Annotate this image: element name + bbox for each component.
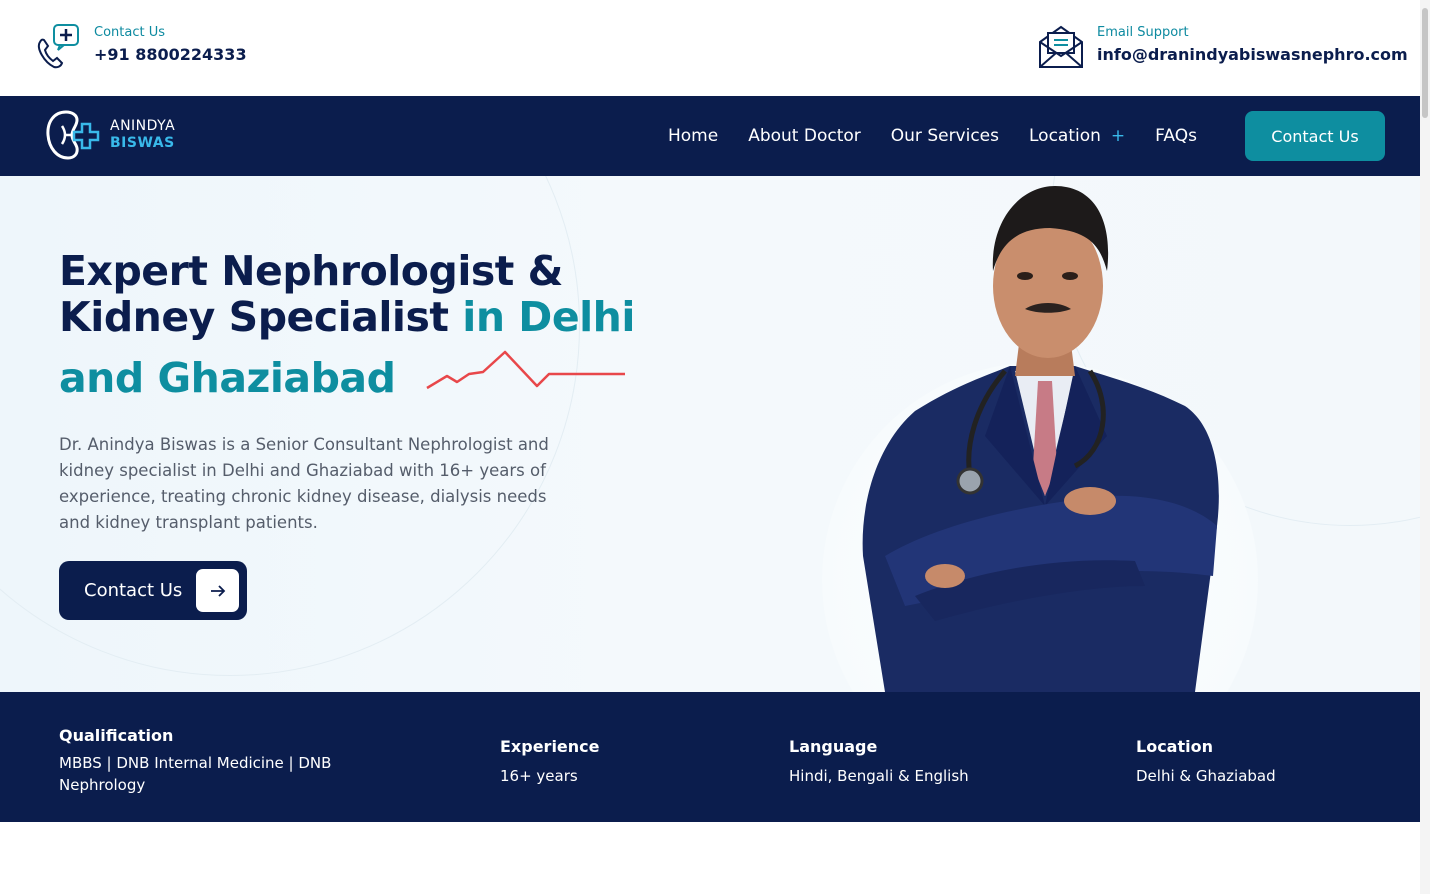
stat-value: MBBS | DNB Internal Medicine | DNB Nephr… — [59, 754, 332, 794]
phone-icon — [34, 22, 82, 70]
nav-our-services[interactable]: Our Services — [891, 126, 999, 146]
stat-title: Location — [1136, 737, 1213, 756]
stat-value: 16+ years — [500, 767, 578, 785]
hero-contact-label: Contact Us — [84, 580, 183, 601]
stat-title: Qualification — [59, 726, 174, 745]
kidney-logo-icon — [46, 110, 100, 160]
hero-title-line2b: in Delhi — [448, 293, 635, 341]
credentials-bar: Qualification MBBS | DNB Internal Medici… — [0, 692, 1420, 822]
doctor-portrait — [862, 186, 1219, 692]
arrow-right-icon — [196, 569, 239, 612]
phone-number[interactable]: +91 8800224333 — [94, 42, 247, 68]
scrollbar-thumb[interactable] — [1422, 8, 1428, 118]
heartbeat-line-icon — [426, 350, 625, 390]
email-address[interactable]: info@dranindyabiswasnephro.com — [1097, 42, 1408, 68]
email-contact[interactable]: Email Support info@dranindyabiswasnephro… — [1037, 22, 1408, 70]
logo-line2: BISWAS — [110, 135, 175, 151]
site-logo[interactable]: ANINDYA BISWAS — [44, 108, 175, 162]
nav-about-doctor[interactable]: About Doctor — [748, 126, 861, 146]
plus-icon[interactable]: + — [1111, 126, 1125, 146]
stat-qualification: Qualification MBBS | DNB Internal Medici… — [59, 724, 349, 796]
email-label: Email Support — [1097, 25, 1189, 40]
nav-faqs-label: FAQs — [1155, 126, 1197, 146]
stat-location: Location Delhi & Ghaziabad — [1136, 735, 1276, 787]
stat-title: Experience — [500, 737, 600, 756]
hero-title: Expert Nephrologist & Kidney Specialist … — [59, 248, 635, 340]
hero-description: Dr. Anindya Biswas is a Senior Consultan… — [59, 435, 549, 532]
hero-title-line3: and Ghaziabad — [59, 354, 396, 402]
main-navigation: ANINDYA BISWAS Home About Doctor Our Ser… — [0, 96, 1420, 176]
phone-contact[interactable]: Contact Us +91 8800224333 — [34, 22, 247, 70]
phone-label: Contact Us — [94, 25, 165, 40]
nav-contact-button[interactable]: Contact Us — [1245, 111, 1385, 161]
nav-home[interactable]: Home — [668, 126, 718, 146]
nav-location[interactable]: Location + — [1029, 126, 1125, 146]
nav-faqs[interactable]: FAQs — [1155, 126, 1197, 146]
logo-line1: ANINDYA — [110, 118, 176, 134]
mail-icon — [1037, 22, 1085, 70]
nav-location-label: Location — [1029, 126, 1101, 146]
nav-about-label: About Doctor — [748, 126, 861, 146]
page-scrollbar[interactable] — [1420, 0, 1430, 894]
hero-title-line1: Expert Nephrologist & — [59, 247, 563, 295]
nav-services-label: Our Services — [890, 126, 999, 146]
top-contact-bar: Contact Us +91 8800224333 Email Support … — [0, 0, 1420, 96]
hero-title-line2a: Kidney Specialist — [59, 293, 449, 341]
nav-home-label: Home — [668, 126, 719, 146]
stat-language: Language Hindi, Bengali & English — [789, 735, 969, 787]
stat-value: Delhi & Ghaziabad — [1136, 767, 1276, 785]
hero-contact-button[interactable]: Contact Us — [59, 561, 247, 620]
stat-experience: Experience 16+ years — [500, 735, 600, 787]
hero-section: Expert Nephrologist & Kidney Specialist … — [0, 176, 1420, 692]
stat-value: Hindi, Bengali & English — [789, 767, 969, 785]
nav-menu: Home About Doctor Our Services Location +… — [668, 96, 1227, 176]
stat-title: Language — [789, 737, 878, 756]
